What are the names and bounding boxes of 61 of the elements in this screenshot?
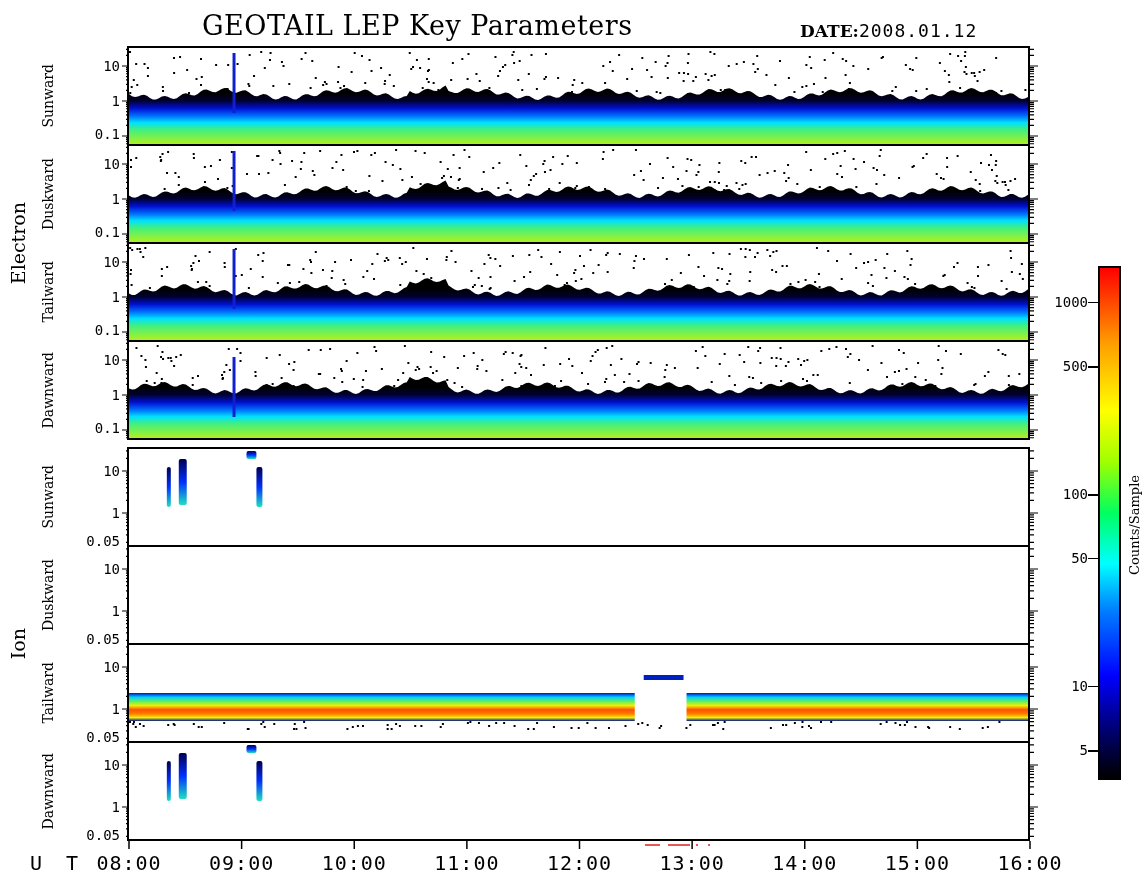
y-tick-label: 10 bbox=[103, 660, 120, 674]
tick-mark bbox=[1088, 685, 1098, 688]
y-tick-label: 0.1 bbox=[94, 127, 120, 141]
time-tick-label: 10:00 bbox=[321, 851, 387, 875]
y-tick-label: 1 bbox=[111, 800, 120, 814]
panel-label: Sunward bbox=[39, 465, 56, 529]
tick-mark bbox=[1088, 301, 1098, 304]
y-tick-label: 10 bbox=[103, 255, 120, 269]
panel-label: Dawnward bbox=[39, 752, 56, 830]
y-tick-label: 1 bbox=[111, 290, 120, 304]
tick-mark bbox=[1088, 366, 1098, 368]
y-tick-label: 1 bbox=[111, 94, 120, 108]
colorbar-tick-label: 500 bbox=[1062, 359, 1088, 374]
date-label: DATE: bbox=[800, 21, 859, 41]
time-tick-label: 15:00 bbox=[884, 851, 950, 875]
y-tick-label: 0.05 bbox=[86, 730, 120, 744]
time-tick-label: 12:00 bbox=[546, 851, 613, 875]
y-tick-label: 10 bbox=[103, 157, 120, 171]
time-tick-label: 14:00 bbox=[772, 851, 838, 875]
date-value: 2008.01.12 bbox=[858, 20, 978, 41]
time-tick-label: 09:00 bbox=[209, 851, 275, 875]
group-label: Ion bbox=[6, 628, 29, 660]
colorbar-tick-label: 100 bbox=[1062, 487, 1088, 502]
panel-label: Tailward bbox=[39, 662, 56, 724]
y-tick-label: 1 bbox=[111, 702, 120, 716]
y-tick-label: 0.05 bbox=[86, 534, 120, 548]
y-tick-label: 0.1 bbox=[94, 225, 120, 239]
time-tick-label: 11:00 bbox=[434, 851, 500, 875]
tick-mark bbox=[1088, 750, 1098, 752]
panel-label: Duskward bbox=[39, 559, 56, 631]
time-tick-label: 16:00 bbox=[997, 851, 1063, 875]
panel-label: Tailward bbox=[39, 261, 56, 323]
y-tick-label: 0.1 bbox=[94, 421, 120, 435]
y-tick-label: 1 bbox=[111, 388, 120, 402]
colorbar-tick-label: 1000 bbox=[1054, 294, 1088, 309]
y-tick-label: 1 bbox=[111, 192, 120, 206]
gap-marker bbox=[644, 844, 711, 846]
colorbar-label: Counts/Sample bbox=[1127, 475, 1142, 575]
y-tick-label: 1 bbox=[111, 506, 120, 520]
y-tick-label: 0.1 bbox=[94, 323, 120, 337]
panel-label: Sunward bbox=[39, 64, 56, 128]
y-tick-label: 10 bbox=[103, 464, 120, 478]
plot-title: GEOTAIL LEP Key Parameters bbox=[202, 10, 633, 41]
y-tick-label: 0.05 bbox=[86, 632, 120, 646]
tick-mark bbox=[1088, 557, 1098, 560]
axis-label: U T bbox=[30, 851, 85, 875]
y-tick-label: 10 bbox=[103, 59, 120, 73]
panel-label: Dawnward bbox=[39, 351, 56, 429]
group-label: Electron bbox=[6, 201, 29, 285]
time-tick-label: 08:00 bbox=[96, 851, 162, 875]
y-tick-label: 1 bbox=[111, 604, 120, 618]
colorbar-tick-label: 5 bbox=[1079, 743, 1088, 758]
colorbar-tick-label: 10 bbox=[1071, 678, 1088, 693]
tick-mark bbox=[1088, 494, 1098, 496]
y-tick-label: 10 bbox=[103, 758, 120, 772]
y-tick-label: 10 bbox=[103, 562, 120, 576]
y-tick-label: 10 bbox=[103, 353, 120, 367]
panel-label: Duskward bbox=[39, 158, 56, 230]
colorbar-tick-label: 50 bbox=[1071, 550, 1088, 565]
y-tick-label: 0.05 bbox=[86, 828, 120, 842]
time-tick-label: 13:00 bbox=[659, 851, 725, 875]
